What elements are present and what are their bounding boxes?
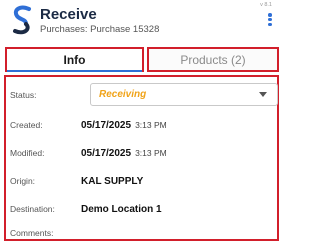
app-header: Receive Purchases: Purchase 15328 v 8.1: [0, 0, 284, 42]
comments-row: Comments:: [10, 223, 273, 243]
comments-label: Comments:: [10, 228, 54, 238]
modified-date: 05/17/2025: [81, 147, 132, 159]
modified-label: Modified:: [10, 148, 45, 158]
status-dropdown[interactable]: Receiving: [90, 83, 278, 106]
modified-time: 3:13 PM: [135, 148, 167, 158]
origin-label: Origin:: [10, 176, 36, 186]
kebab-menu-icon[interactable]: [266, 12, 274, 30]
tab-info-label: Info: [63, 52, 86, 67]
page-subtitle: Purchases: Purchase 15328: [40, 24, 160, 35]
created-date: 05/17/2025: [81, 119, 132, 131]
status-value: Receiving: [99, 89, 147, 100]
version-label: v 8.1: [260, 2, 272, 8]
created-label: Created:: [10, 120, 43, 130]
chevron-down-icon: [259, 92, 267, 97]
modified-row: Modified: 05/17/2025 3:13 PM: [10, 143, 273, 163]
destination-row: Destination: Demo Location 1: [10, 199, 273, 219]
destination-value: Demo Location 1: [81, 203, 162, 215]
destination-label: Destination:: [10, 204, 55, 214]
created-row: Created: 05/17/2025 3:13 PM: [10, 115, 273, 135]
tab-products[interactable]: Products (2): [147, 47, 279, 72]
tab-products-label: Products (2): [180, 52, 246, 67]
info-panel: Status: Receiving Created: 05/17/2025 3:…: [4, 75, 279, 241]
origin-value: KAL SUPPLY: [81, 175, 144, 187]
app-logo-icon: [13, 5, 31, 35]
created-time: 3:13 PM: [135, 120, 167, 130]
origin-row: Origin: KAL SUPPLY: [10, 171, 273, 191]
status-label: Status:: [10, 90, 37, 100]
page-title: Receive: [40, 6, 97, 23]
tab-info[interactable]: Info: [5, 47, 144, 72]
